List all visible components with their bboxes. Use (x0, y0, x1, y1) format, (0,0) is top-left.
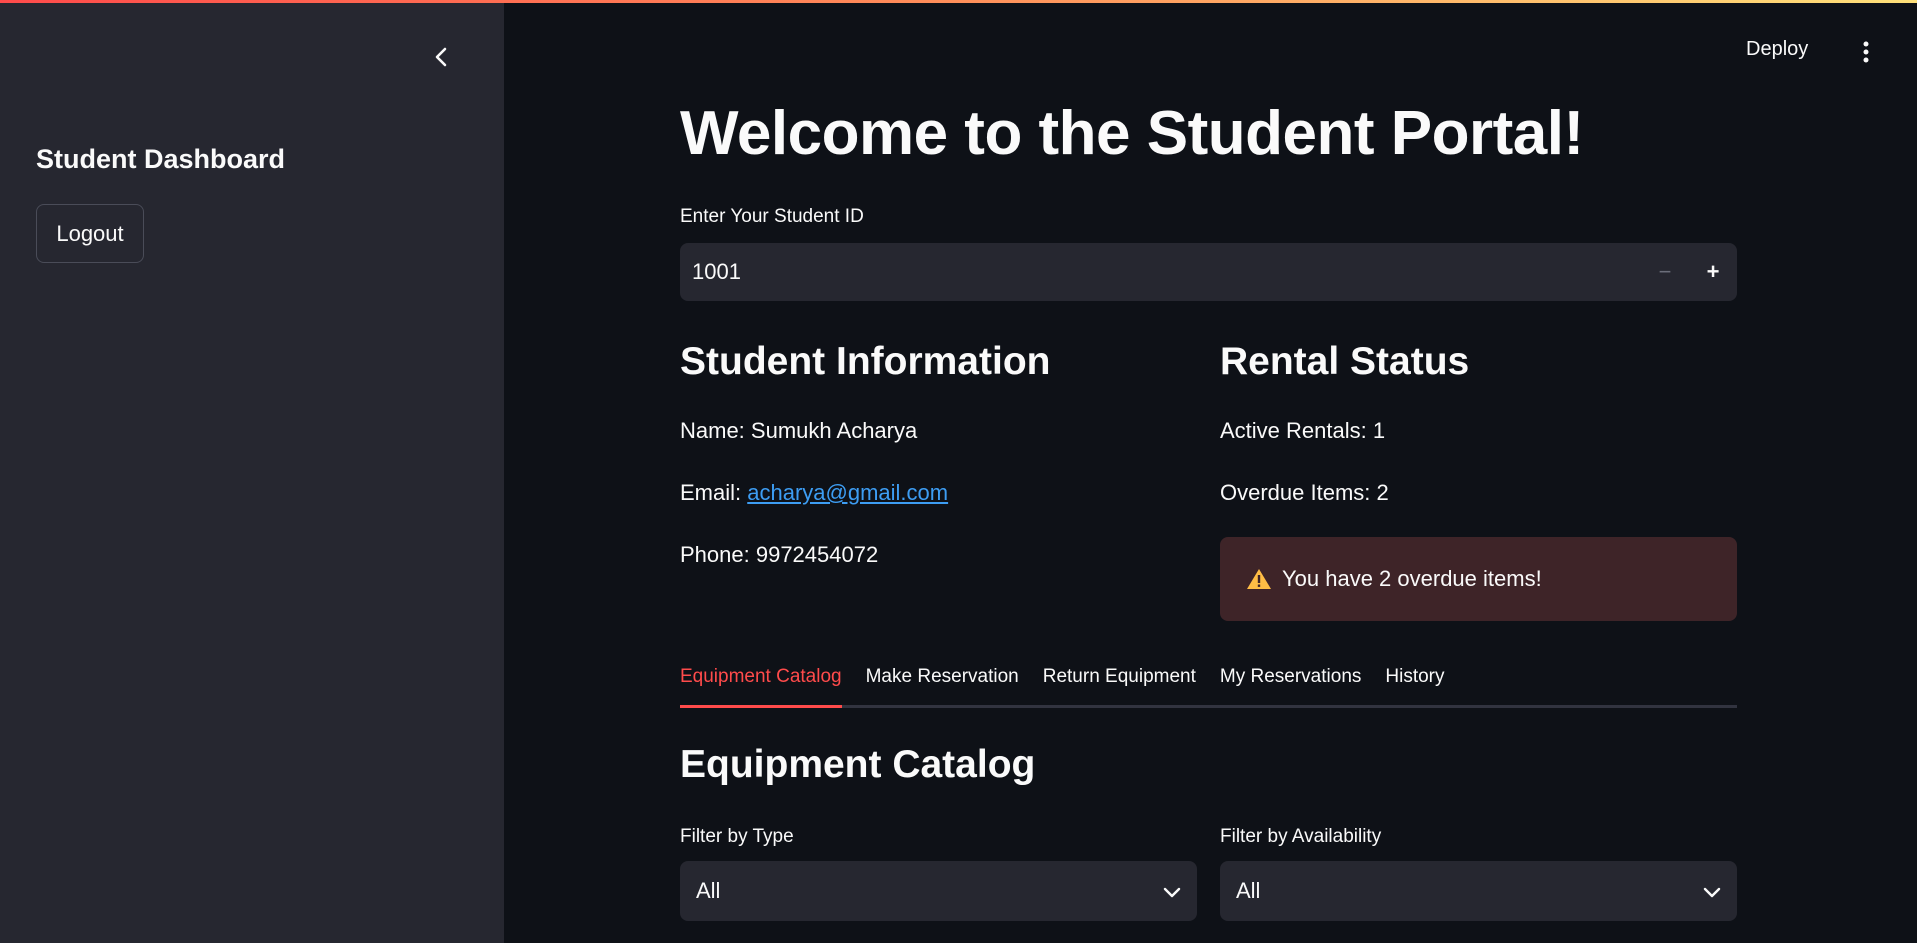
sidebar-title: Student Dashboard (36, 144, 286, 174)
phone-value: 9972454072 (755, 542, 879, 567)
filter-type-label: Filter by Type (680, 826, 794, 847)
equipment-catalog-heading: Equipment Catalog (680, 743, 1036, 786)
active-rentals: Active Rentals: 1 (1220, 418, 1386, 443)
sidebar: Student Dashboard Logout (0, 0, 504, 943)
deploy-button[interactable]: Deploy (1746, 38, 1808, 61)
tab-history[interactable]: History (1385, 662, 1444, 708)
student-information-section: Student Information Name: Sumukh Acharya… (680, 340, 1196, 567)
rental-status-heading: Rental Status (1220, 340, 1470, 383)
overdue-items: Overdue Items: 2 (1220, 480, 1389, 505)
filter-type-select[interactable]: All (680, 861, 1197, 921)
rental-status-section: Rental Status Active Rentals: 1 Overdue … (1220, 340, 1737, 621)
top-decoration-bar (0, 0, 1917, 3)
filter-availability-value: All (1236, 878, 1261, 903)
student-id-value[interactable]: 1001 (680, 259, 1641, 285)
filter-availability-select[interactable]: All (1220, 861, 1737, 921)
kebab-menu-icon (1863, 41, 1869, 68)
logout-button[interactable]: Logout (36, 204, 144, 263)
main-area: Deploy Welcome to the Student Portal! En… (504, 0, 1917, 943)
tab-bar: Equipment Catalog Make Reservation Retur… (680, 662, 1737, 708)
chevron-left-icon (434, 47, 448, 72)
tab-my-reservations[interactable]: My Reservations (1220, 662, 1362, 708)
student-id-label: Enter Your Student ID (680, 206, 864, 227)
chevron-down-icon (1163, 878, 1181, 904)
student-phone: Phone: 9972454072 (680, 542, 878, 568)
overdue-alert: You have 2 overdue items! (1220, 537, 1737, 621)
chevron-down-icon (1703, 878, 1721, 904)
tab-equipment-catalog[interactable]: Equipment Catalog (680, 662, 842, 708)
decrement-button[interactable]: − (1641, 243, 1689, 301)
page-title: Welcome to the Student Portal! (680, 99, 1584, 168)
tab-return-equipment[interactable]: Return Equipment (1043, 662, 1196, 708)
student-name: Name: Sumukh Acharya (680, 418, 917, 444)
student-id-input[interactable]: 1001 − + (680, 243, 1737, 301)
student-information-heading: Student Information (680, 340, 1051, 383)
filter-type-value: All (696, 878, 721, 903)
name-value: Sumukh Acharya (750, 418, 918, 443)
collapse-sidebar-button[interactable] (426, 44, 456, 74)
student-email: Email: acharya@gmail.com (680, 480, 948, 506)
name-label: Name: (680, 418, 751, 443)
tab-make-reservation[interactable]: Make Reservation (866, 662, 1019, 708)
main-menu-button[interactable] (1854, 40, 1878, 68)
overdue-alert-text: You have 2 overdue items! (1282, 566, 1542, 591)
increment-button[interactable]: + (1689, 243, 1737, 301)
filter-availability-label: Filter by Availability (1220, 826, 1382, 847)
phone-label: Phone: (680, 542, 756, 567)
email-label: Email: (680, 480, 748, 505)
warning-icon (1246, 568, 1272, 590)
email-link[interactable]: acharya@gmail.com (747, 480, 948, 505)
